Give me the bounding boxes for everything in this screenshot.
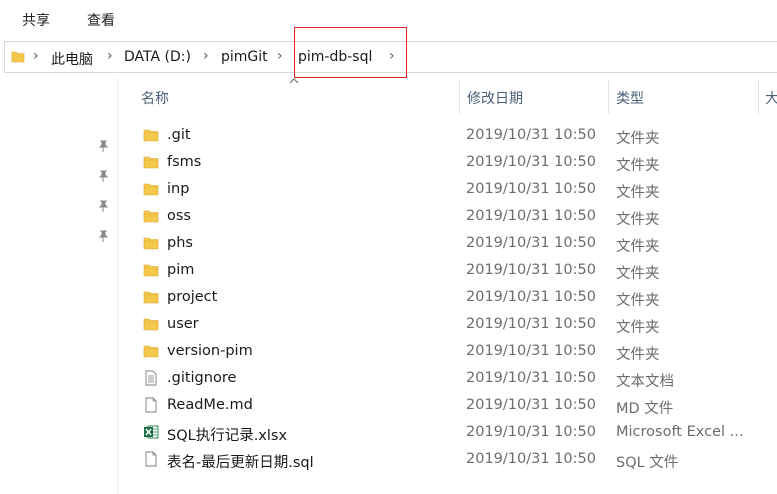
file-type: 文件夹 — [616, 185, 660, 201]
file-name[interactable]: 表名-最后更新日期.sql — [167, 451, 314, 472]
breadcrumb-this-pc[interactable]: 此电脑 — [51, 49, 93, 69]
file-name[interactable]: project — [167, 289, 217, 305]
file-type: 文件夹 — [616, 266, 660, 282]
file-date-modified: 2019/10/31 10:50 — [466, 397, 596, 413]
file-date-modified: 2019/10/31 10:50 — [466, 451, 596, 467]
file-type: 文件夹 — [616, 131, 660, 147]
file-name[interactable]: .gitignore — [167, 370, 236, 386]
file-type: 文件夹 — [616, 239, 660, 255]
folder-icon — [143, 262, 159, 278]
column-separator[interactable] — [758, 80, 759, 114]
file-date-modified: 2019/10/31 10:50 — [466, 424, 596, 440]
ribbon-tab-view[interactable]: 查看 — [87, 10, 115, 30]
file-date-modified: 2019/10/31 10:50 — [466, 289, 596, 305]
file-name[interactable]: .git — [167, 127, 191, 143]
excel-file-icon — [143, 424, 159, 440]
file-row[interactable]: 表名-最后更新日期.sql 2019/10/31 10:50 SQL 文件 — [136, 446, 777, 473]
breadcrumb-pimgit[interactable]: pimGit — [221, 49, 268, 65]
file-row[interactable]: pim 2019/10/31 10:50 文件夹 — [136, 257, 777, 284]
file-row[interactable]: inp 2019/10/31 10:50 文件夹 — [136, 176, 777, 203]
column-header-name[interactable]: 名称 — [141, 88, 169, 108]
file-row[interactable]: version-pim 2019/10/31 10:50 文件夹 — [136, 338, 777, 365]
folder-icon — [143, 343, 159, 359]
file-name[interactable]: pim — [167, 262, 194, 278]
blank-file-icon — [143, 397, 159, 413]
file-row[interactable]: .git 2019/10/31 10:50 文件夹 — [136, 122, 777, 149]
file-type: MD 文件 — [616, 401, 674, 417]
file-date-modified: 2019/10/31 10:50 — [466, 235, 596, 251]
file-type: 文件夹 — [616, 347, 660, 363]
file-date-modified: 2019/10/31 10:50 — [466, 262, 596, 278]
file-row[interactable]: phs 2019/10/31 10:50 文件夹 — [136, 230, 777, 257]
folder-icon — [11, 51, 25, 63]
sort-ascending-icon — [289, 78, 299, 84]
pin-icon[interactable] — [96, 169, 110, 183]
chevron-right-icon[interactable]: › — [277, 48, 283, 64]
file-type: 文件夹 — [616, 320, 660, 336]
file-name[interactable]: ReadMe.md — [167, 397, 253, 413]
text-file-icon — [143, 370, 159, 386]
chevron-right-icon[interactable]: › — [33, 48, 39, 64]
pin-icon[interactable] — [96, 199, 110, 213]
file-row[interactable]: user 2019/10/31 10:50 文件夹 — [136, 311, 777, 338]
file-date-modified: 2019/10/31 10:50 — [466, 370, 596, 386]
folder-icon — [143, 316, 159, 332]
file-row[interactable]: oss 2019/10/31 10:50 文件夹 — [136, 203, 777, 230]
file-type: 文本文档 — [616, 374, 674, 390]
column-separator[interactable] — [608, 80, 609, 114]
file-row[interactable]: .gitignore 2019/10/31 10:50 文本文档 — [136, 365, 777, 392]
breadcrumb-data-drive[interactable]: DATA (D:) — [124, 49, 191, 65]
folder-icon — [143, 289, 159, 305]
folder-icon — [143, 154, 159, 170]
file-name[interactable]: version-pim — [167, 343, 253, 359]
file-type: 文件夹 — [616, 212, 660, 228]
file-row[interactable]: project 2019/10/31 10:50 文件夹 — [136, 284, 777, 311]
column-separator[interactable] — [459, 80, 460, 114]
file-row[interactable]: fsms 2019/10/31 10:50 文件夹 — [136, 149, 777, 176]
file-date-modified: 2019/10/31 10:50 — [466, 154, 596, 170]
file-name[interactable]: inp — [167, 181, 189, 197]
file-name[interactable]: phs — [167, 235, 193, 251]
column-header-type[interactable]: 类型 — [616, 88, 644, 108]
file-row[interactable]: ReadMe.md 2019/10/31 10:50 MD 文件 — [136, 392, 777, 419]
blank-file-icon — [143, 451, 159, 467]
column-header-size[interactable]: 大 — [765, 88, 777, 108]
folder-icon — [143, 181, 159, 197]
file-row[interactable]: SQL执行记录.xlsx 2019/10/31 10:50 Microsoft Ex… — [136, 419, 777, 446]
chevron-right-icon[interactable]: › — [107, 48, 113, 64]
file-date-modified: 2019/10/31 10:50 — [466, 316, 596, 332]
pin-icon[interactable] — [96, 139, 110, 153]
file-date-modified: 2019/10/31 10:50 — [466, 127, 596, 143]
folder-icon — [143, 208, 159, 224]
file-name[interactable]: SQL执行记录.xlsx — [167, 424, 287, 445]
chevron-right-icon[interactable]: › — [203, 48, 209, 64]
file-name[interactable]: user — [167, 316, 199, 332]
file-date-modified: 2019/10/31 10:50 — [466, 343, 596, 359]
pin-icon[interactable] — [96, 229, 110, 243]
file-type: Microsoft Excel ... — [616, 424, 744, 440]
folder-icon — [143, 127, 159, 143]
highlight-annotation-box — [294, 27, 407, 78]
file-type: 文件夹 — [616, 293, 660, 309]
ribbon-tab-share[interactable]: 共享 — [22, 10, 50, 30]
folder-icon — [143, 235, 159, 251]
file-date-modified: 2019/10/31 10:50 — [466, 208, 596, 224]
file-type: SQL 文件 — [616, 455, 679, 471]
column-header-date-modified[interactable]: 修改日期 — [467, 88, 523, 108]
file-date-modified: 2019/10/31 10:50 — [466, 181, 596, 197]
file-type: 文件夹 — [616, 158, 660, 174]
file-name[interactable]: oss — [167, 208, 191, 224]
file-name[interactable]: fsms — [167, 154, 201, 170]
